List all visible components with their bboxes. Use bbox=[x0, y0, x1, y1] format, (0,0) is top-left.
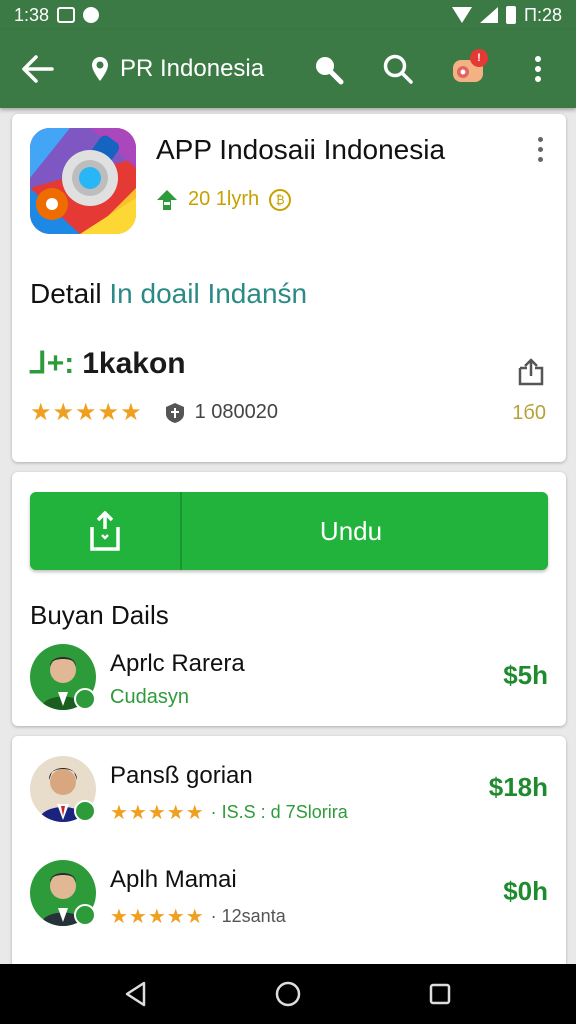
search-icon bbox=[383, 54, 413, 84]
item-name: Aplh Mamai bbox=[110, 866, 237, 893]
app-bar: PR Indonesia ! bbox=[0, 30, 576, 108]
overflow-menu-button[interactable] bbox=[514, 45, 562, 93]
install-arrow-icon bbox=[156, 189, 178, 211]
app-info-card: APP Indosaii Indonesia 20 1lyrh ₿ Detail… bbox=[12, 114, 566, 462]
wifi-icon bbox=[451, 7, 472, 23]
status-bar: 1:38 Π:28 bbox=[0, 0, 576, 30]
list-card: Pansß gorian ★★★★★ · IS.S : d 7Slorira $… bbox=[12, 736, 566, 976]
download-icon-area bbox=[30, 492, 182, 570]
verified-badge-icon bbox=[74, 904, 96, 926]
download-card: Undu Buyan Dails Aprlc Rarera Cudasyn $5… bbox=[12, 472, 566, 726]
list-item[interactable]: Aplh Mamai ★★★★★ · 12santa $0h bbox=[30, 860, 548, 940]
item-price: $5h bbox=[503, 660, 548, 690]
download-icon bbox=[90, 511, 120, 551]
list-item[interactable]: Aprlc Rarera Cudasyn $5h bbox=[30, 644, 548, 724]
item-price: $0h bbox=[503, 876, 548, 906]
review-count: 1 080020 bbox=[194, 401, 278, 423]
verified-badge-icon bbox=[74, 688, 96, 710]
app-meta: 20 1lyrh ₿ bbox=[156, 188, 292, 211]
page-title: PR Indonesia bbox=[120, 55, 265, 82]
shield-status-icon bbox=[83, 7, 100, 23]
search-zoom-icon bbox=[316, 57, 344, 85]
triangle-back-icon bbox=[125, 981, 146, 1007]
back-button[interactable] bbox=[14, 45, 62, 93]
sub-title-text: 1kakon bbox=[82, 346, 186, 380]
item-rating-text: · IS.S : d 7Slorira bbox=[210, 802, 348, 822]
nav-recents-button[interactable] bbox=[420, 974, 460, 1014]
item-price: $18h bbox=[488, 772, 548, 802]
item-stars: ★★★★★ bbox=[110, 906, 205, 928]
app-meta-value: 20 1lyrh bbox=[188, 188, 260, 210]
coin-icon: ₿ bbox=[269, 188, 292, 211]
item-stars: ★★★★★ bbox=[110, 802, 205, 824]
item-name: Pansß gorian bbox=[110, 762, 253, 789]
circle-home-icon bbox=[275, 981, 301, 1007]
item-name: Aprlc Rarera bbox=[110, 650, 245, 677]
item-rating: ★★★★★ · 12santa bbox=[110, 904, 286, 929]
more-vert-icon bbox=[535, 56, 541, 82]
notification-badge: ! bbox=[470, 49, 488, 67]
rating-stars: ★★★★★ bbox=[30, 399, 143, 426]
search-button[interactable] bbox=[374, 45, 422, 93]
buyer-section-title: Buyan Dails bbox=[30, 600, 169, 630]
gallery-icon bbox=[57, 7, 76, 23]
battery-icon bbox=[505, 6, 516, 24]
app-name: APP Indosaii Indonesia bbox=[156, 134, 446, 165]
system-nav-bar bbox=[0, 964, 576, 1024]
item-rating: ★★★★★ · IS.S : d 7Slorira bbox=[110, 800, 348, 825]
status-time: 1:38 bbox=[14, 4, 50, 25]
download-button[interactable]: Undu bbox=[30, 492, 548, 570]
detail-heading: Detail In doail Indanśn bbox=[30, 278, 307, 310]
download-label: Undu bbox=[319, 515, 383, 546]
square-recents-icon bbox=[429, 983, 451, 1005]
sub-title: ⅃+: 1kakon bbox=[30, 346, 186, 381]
nav-back-button[interactable] bbox=[116, 974, 156, 1014]
rating-row: ★★★★★ 1 080020 bbox=[30, 398, 278, 427]
list-item[interactable]: Pansß gorian ★★★★★ · IS.S : d 7Slorira $… bbox=[30, 756, 548, 836]
zoom-search-button[interactable] bbox=[304, 45, 352, 93]
app-icon[interactable] bbox=[30, 128, 136, 234]
sub-title-mark: ⅃+: bbox=[30, 347, 75, 380]
signal-icon bbox=[479, 7, 498, 23]
nav-home-button[interactable] bbox=[268, 974, 308, 1014]
shield-icon bbox=[165, 402, 185, 424]
status-time-right: Π:28 bbox=[523, 4, 562, 25]
share-button[interactable] bbox=[516, 358, 546, 388]
notification-button[interactable]: ! bbox=[444, 45, 492, 93]
side-count: 1б0 bbox=[512, 402, 546, 424]
back-arrow-icon bbox=[22, 55, 54, 83]
item-rating-text: · 12santa bbox=[210, 906, 286, 926]
verified-badge-icon bbox=[74, 800, 96, 822]
share-icon bbox=[518, 358, 544, 386]
location-pin-icon bbox=[90, 55, 110, 83]
item-sub: Cudasyn bbox=[110, 686, 189, 708]
detail-value: In doail Indanśn bbox=[109, 278, 308, 309]
card-more-button[interactable] bbox=[528, 134, 552, 164]
detail-label: Detail bbox=[30, 278, 102, 309]
